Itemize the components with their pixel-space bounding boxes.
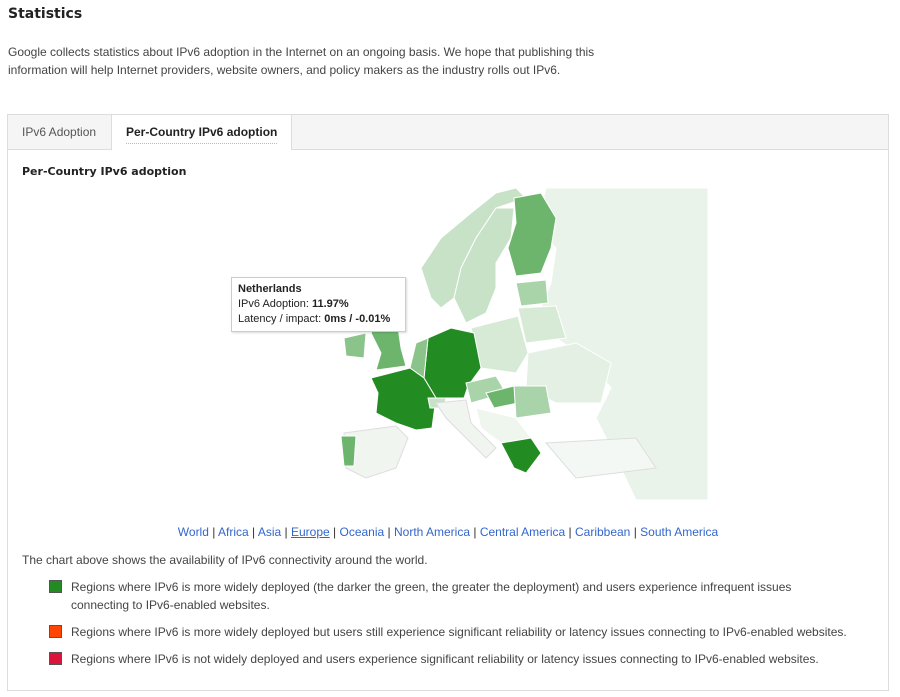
latency-value: 0ms / -0.01% [324,313,391,325]
map-tooltip: Netherlands IPv6 Adoption: 11.97% Latenc… [231,277,406,332]
legend-item-red: Regions where IPv6 is not widely deploye… [49,650,849,668]
country-romania [513,385,552,419]
adoption-value: 11.97% [312,298,349,310]
intro-text: Google collects statistics about IPv6 ad… [8,45,595,77]
separator: | [281,525,291,539]
section-title: Per-Country IPv6 adoption [22,165,187,178]
region-links: World | Africa | Asia | Europe | Oceania… [8,525,888,539]
separator: | [384,525,394,539]
latency-label: Latency / impact: [238,313,325,325]
chart-description: The chart above shows the availability o… [22,553,428,567]
red-swatch [49,652,62,665]
europe-map[interactable] [196,188,708,500]
legend-item-orange: Regions where IPv6 is more widely deploy… [49,623,849,641]
region-link-south-america[interactable]: South America [640,525,718,539]
country-portugal [340,435,357,467]
region-link-north-america[interactable]: North America [394,525,470,539]
legend-text: Regions where IPv6 is more widely deploy… [71,580,792,612]
tab-ipv6-adoption[interactable]: IPv6 Adoption [8,115,110,150]
separator: | [248,525,258,539]
tooltip-country: Netherlands [238,283,302,295]
orange-swatch [49,625,62,638]
page-title: Statistics [8,6,83,22]
legend-text: Regions where IPv6 is more widely deploy… [71,625,847,639]
stats-panel: IPv6 Adoption Per-Country IPv6 adoption … [7,114,889,691]
separator: | [470,525,480,539]
separator: | [208,525,219,539]
tab-per-country[interactable]: Per-Country IPv6 adoption [111,115,293,150]
region-link-central-america[interactable]: Central America [480,525,565,539]
separator: | [565,525,575,539]
adoption-label: IPv6 Adoption: [238,298,312,310]
country-ireland [343,332,367,359]
region-link-europe[interactable]: Europe [291,525,330,539]
region-link-africa[interactable]: Africa [218,525,249,539]
region-link-asia[interactable]: Asia [258,525,281,539]
tooltip-latency: Latency / impact: 0ms / -0.01% [238,312,399,327]
tab-bar: IPv6 Adoption Per-Country IPv6 adoption [8,115,888,150]
legend-item-green: Regions where IPv6 is more widely deploy… [49,578,849,614]
legend-text: Regions where IPv6 is not widely deploye… [71,652,819,666]
country-estonia-latvia [515,279,549,307]
region-link-world[interactable]: World [178,525,209,539]
region-link-caribbean[interactable]: Caribbean [575,525,630,539]
separator: | [630,525,641,539]
tab-label: Per-Country IPv6 adoption [126,125,278,144]
separator: | [329,525,340,539]
green-swatch [49,580,62,593]
region-link-oceania[interactable]: Oceania [339,525,384,539]
tooltip-adoption: IPv6 Adoption: 11.97% [238,297,399,312]
tab-label: IPv6 Adoption [22,125,97,139]
